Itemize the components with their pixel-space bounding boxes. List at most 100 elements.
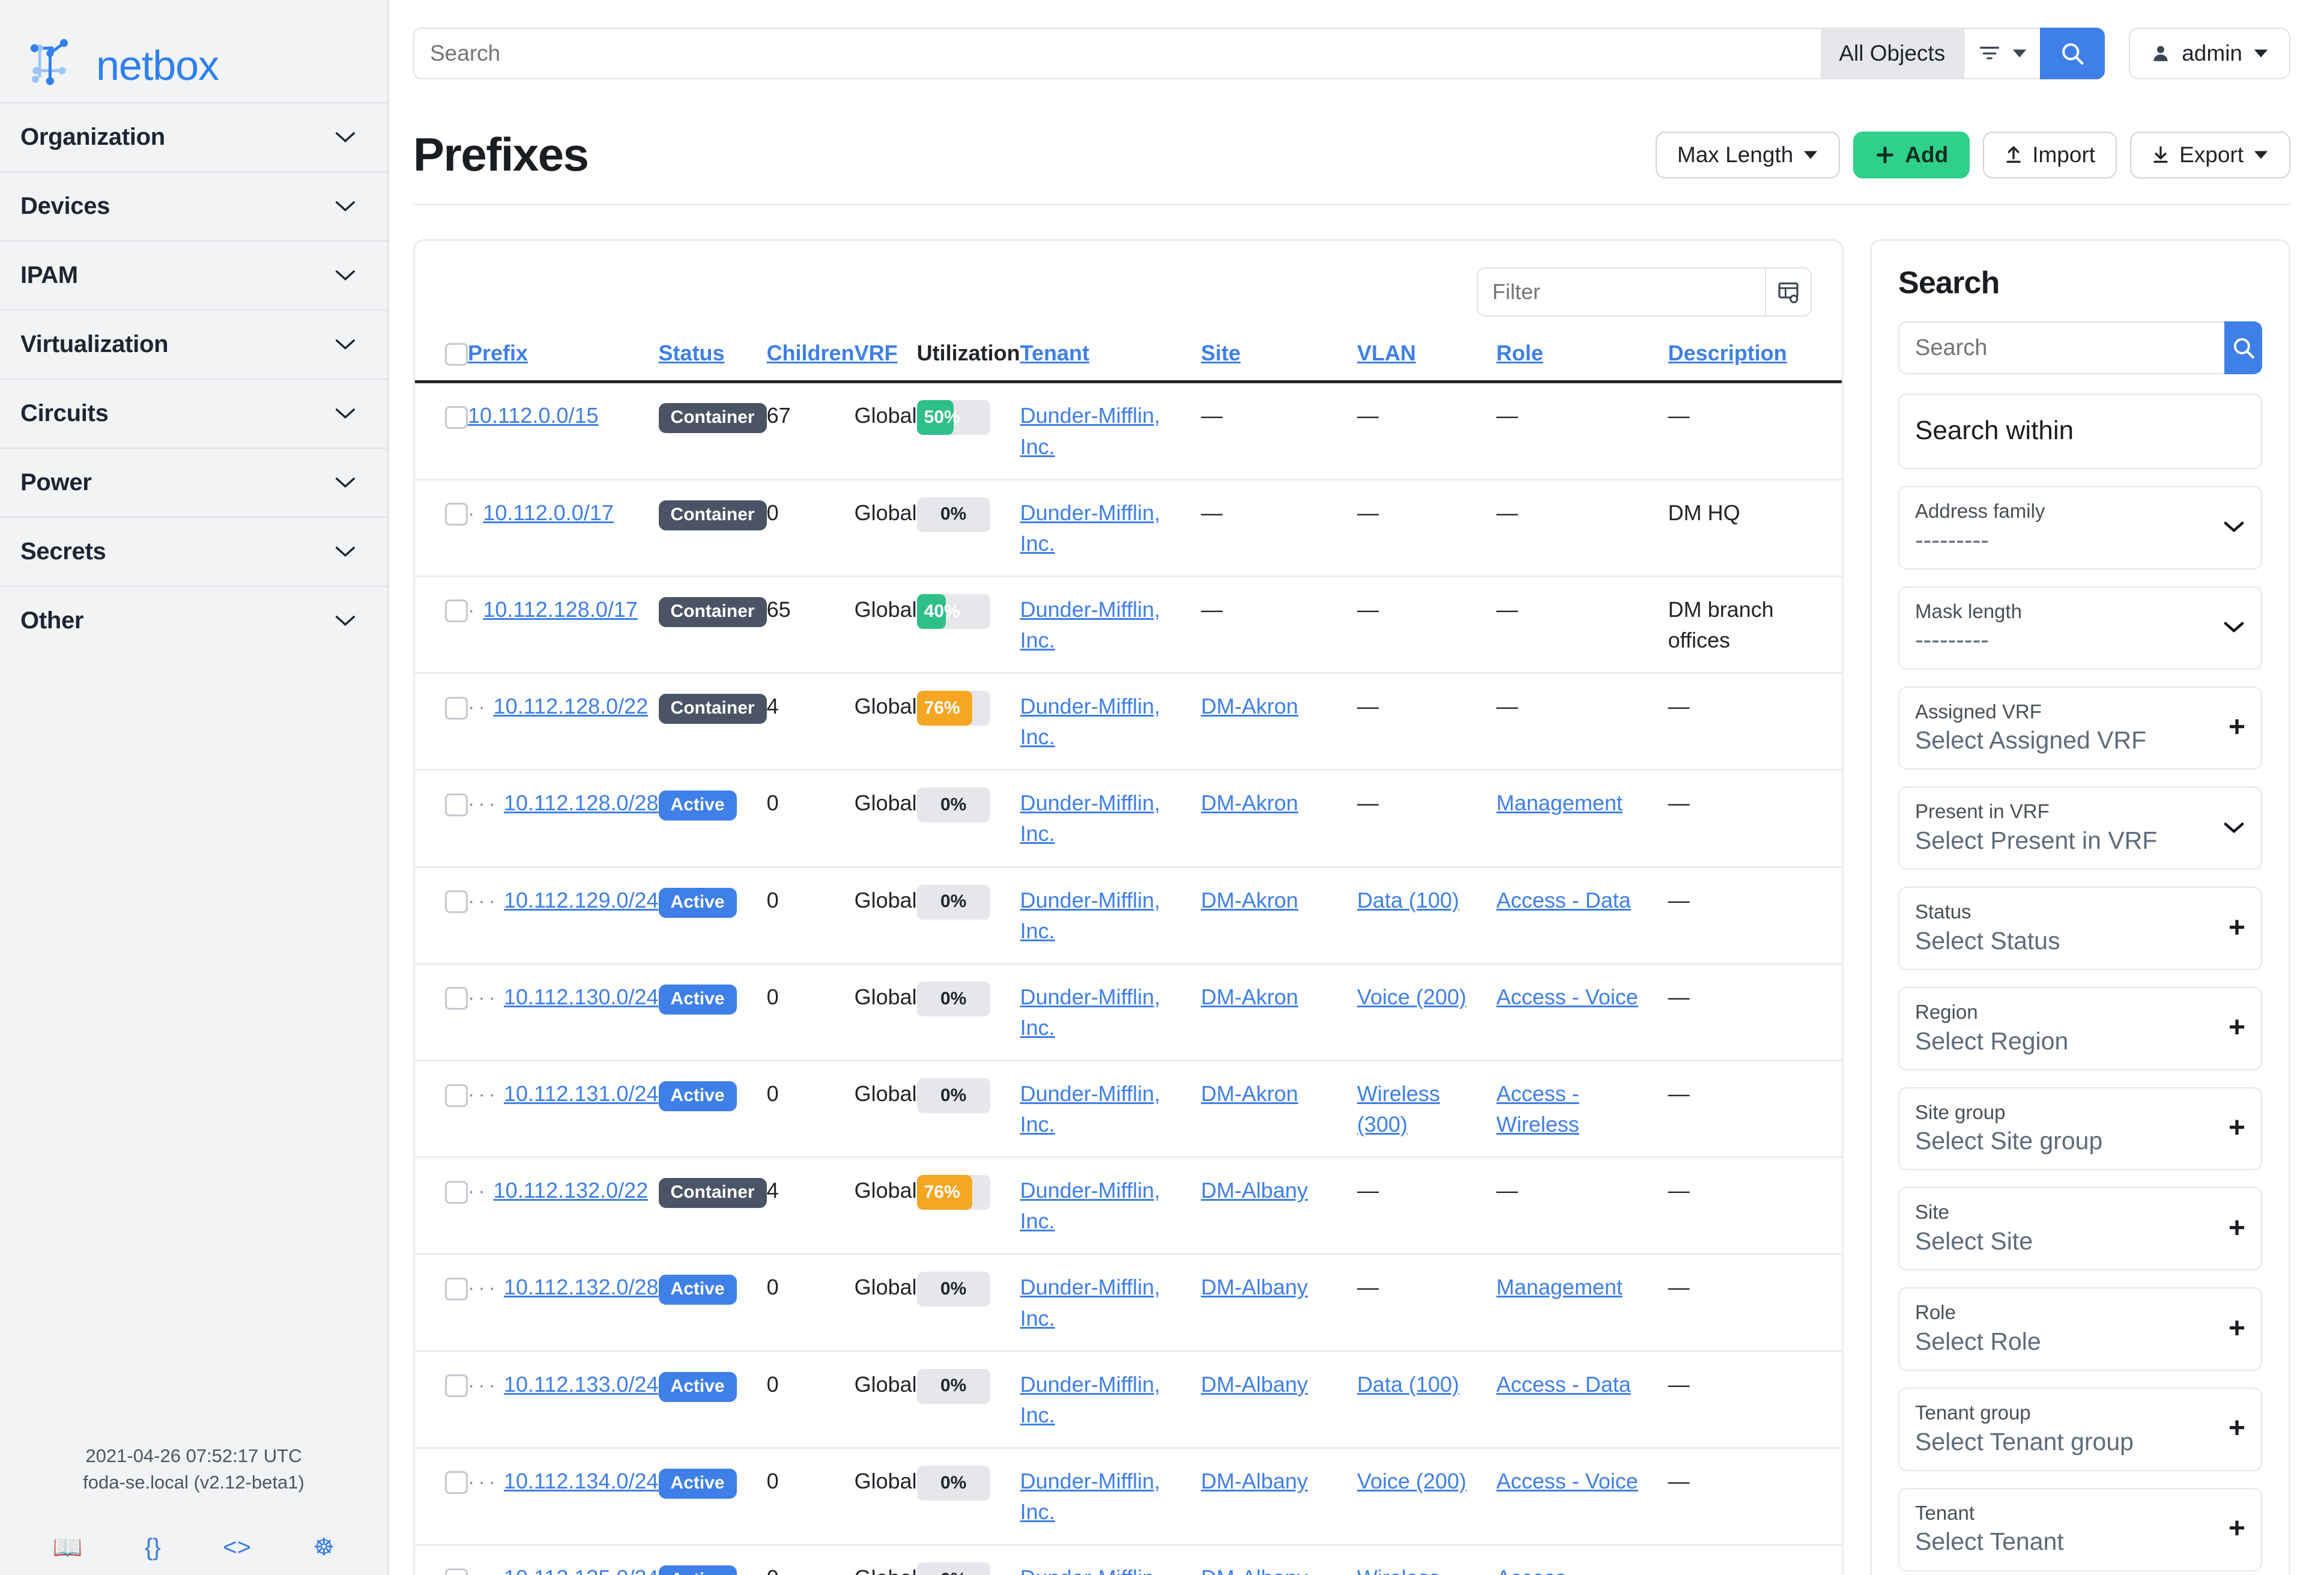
site-link[interactable]: DM-Albany — [1201, 1565, 1308, 1575]
lifering-icon[interactable]: ☸ — [313, 1535, 334, 1559]
global-search-input[interactable] — [413, 28, 1821, 79]
table-filter-input[interactable] — [1477, 267, 1765, 317]
sidebar-item-secrets[interactable]: Secrets — [0, 517, 387, 586]
sidebar-item-ipam[interactable]: IPAM — [0, 240, 387, 309]
search-filter-dropdown-button[interactable] — [1963, 28, 2041, 79]
prefix-link[interactable]: 10.112.135.0/24 — [504, 1565, 659, 1575]
filter-field-site-group[interactable]: Site group Select Site group + — [1898, 1087, 2262, 1171]
tenant-link[interactable]: Dunder-Mifflin, Inc. — [1020, 694, 1160, 749]
row-checkbox[interactable] — [445, 1568, 468, 1575]
panel-search-input[interactable] — [1898, 321, 2224, 374]
row-checkbox[interactable] — [445, 1374, 468, 1398]
role-link[interactable]: Management — [1496, 791, 1623, 815]
vlan-link[interactable]: Voice (200) — [1357, 985, 1466, 1009]
tenant-link[interactable]: Dunder-Mifflin, Inc. — [1020, 985, 1160, 1040]
vlan-link[interactable]: Voice (200) — [1357, 1469, 1466, 1493]
tenant-link[interactable]: Dunder-Mifflin, Inc. — [1020, 597, 1160, 652]
filter-field-address-family[interactable]: Address family --------- — [1898, 486, 2262, 569]
column-header-tenant[interactable]: Tenant — [1020, 335, 1201, 384]
vlan-link[interactable]: Wireless (300) — [1357, 1565, 1440, 1575]
column-header-children[interactable]: Children — [766, 335, 855, 384]
export-button[interactable]: Export — [2130, 131, 2290, 178]
role-link[interactable]: Access - Wireless — [1496, 1081, 1579, 1136]
site-link[interactable]: DM-Albany — [1201, 1469, 1308, 1493]
site-link[interactable]: DM-Akron — [1201, 694, 1298, 718]
max-length-dropdown-button[interactable]: Max Length — [1655, 131, 1841, 178]
sidebar-item-other[interactable]: Other — [0, 586, 387, 655]
site-link[interactable]: DM-Akron — [1201, 791, 1298, 815]
role-link[interactable]: Management — [1496, 1275, 1623, 1299]
sidebar-item-virtualization[interactable]: Virtualization — [0, 309, 387, 378]
site-link[interactable]: DM-Akron — [1201, 1081, 1298, 1106]
table-configure-button[interactable] — [1765, 267, 1812, 317]
prefix-link[interactable]: 10.112.0.0/17 — [483, 500, 614, 525]
prefix-link[interactable]: 10.112.128.0/17 — [483, 597, 638, 622]
role-link[interactable]: Access - Wireless — [1496, 1565, 1579, 1575]
prefix-link[interactable]: 10.112.128.0/28 — [504, 791, 659, 815]
role-link[interactable]: Access - Data — [1496, 1372, 1631, 1397]
row-checkbox[interactable] — [445, 405, 468, 429]
prefix-link[interactable]: 10.112.132.0/22 — [494, 1178, 649, 1203]
row-checkbox[interactable] — [445, 890, 468, 914]
column-header-description[interactable]: Description — [1668, 335, 1842, 384]
brand-logo-link[interactable]: netbox — [0, 0, 387, 102]
row-checkbox[interactable] — [445, 599, 468, 623]
role-link[interactable]: Access - Data — [1496, 888, 1631, 912]
filter-field-status[interactable]: Status Select Status + — [1898, 887, 2262, 970]
prefix-link[interactable]: 10.112.133.0/24 — [504, 1372, 659, 1397]
site-link[interactable]: DM-Akron — [1201, 985, 1298, 1009]
prefix-link[interactable]: 10.112.129.0/24 — [504, 888, 659, 912]
row-checkbox[interactable] — [445, 503, 468, 526]
tenant-link[interactable]: Dunder-Mifflin, Inc. — [1020, 1372, 1160, 1427]
user-menu-button[interactable]: admin — [2129, 28, 2290, 79]
select-all-checkbox[interactable] — [445, 343, 468, 366]
vlan-link[interactable]: Wireless (300) — [1357, 1081, 1440, 1136]
sidebar-item-organization[interactable]: Organization — [0, 102, 387, 171]
row-checkbox[interactable] — [445, 987, 468, 1010]
tenant-link[interactable]: Dunder-Mifflin, Inc. — [1020, 1081, 1160, 1136]
row-checkbox[interactable] — [445, 1084, 468, 1107]
column-header-vrf[interactable]: VRF — [854, 335, 917, 384]
sidebar-item-power[interactable]: Power — [0, 448, 387, 517]
book-icon[interactable]: 📖 — [53, 1535, 83, 1559]
add-button[interactable]: Add — [1853, 131, 1970, 178]
site-link[interactable]: DM-Albany — [1201, 1372, 1308, 1397]
prefix-link[interactable]: 10.112.132.0/28 — [504, 1275, 659, 1299]
row-checkbox[interactable] — [445, 1180, 468, 1204]
row-checkbox[interactable] — [445, 1277, 468, 1300]
prefix-link[interactable]: 10.112.130.0/24 — [504, 985, 659, 1009]
tenant-link[interactable]: Dunder-Mifflin, Inc. — [1020, 888, 1160, 943]
row-checkbox[interactable] — [445, 793, 468, 816]
filter-field-region[interactable]: Region Select Region + — [1898, 986, 2262, 1070]
site-link[interactable]: DM-Albany — [1201, 1178, 1308, 1203]
column-header-site[interactable]: Site — [1200, 335, 1357, 384]
filter-field-assigned-vrf[interactable]: Assigned VRF Select Assigned VRF + — [1898, 686, 2262, 770]
search-within-field[interactable]: Search within — [1898, 393, 2262, 469]
braces-icon[interactable]: {} — [145, 1535, 161, 1559]
prefix-link[interactable]: 10.112.134.0/24 — [504, 1469, 659, 1493]
panel-search-submit-button[interactable] — [2224, 321, 2262, 374]
row-checkbox[interactable] — [445, 1471, 468, 1495]
tenant-link[interactable]: Dunder-Mifflin, Inc. — [1020, 1178, 1160, 1233]
tenant-link[interactable]: Dunder-Mifflin, Inc. — [1020, 500, 1160, 556]
filter-field-tenant[interactable]: Tenant Select Tenant + — [1898, 1487, 2262, 1571]
filter-field-present-in-vrf[interactable]: Present in VRF Select Present in VRF — [1898, 786, 2262, 870]
tenant-link[interactable]: Dunder-Mifflin, Inc. — [1020, 1275, 1160, 1330]
prefix-link[interactable]: 10.112.131.0/24 — [504, 1081, 659, 1106]
code-icon[interactable]: <> — [223, 1535, 251, 1559]
filter-field-site[interactable]: Site Select Site + — [1898, 1187, 2262, 1271]
tenant-link[interactable]: Dunder-Mifflin, Inc. — [1020, 791, 1160, 846]
sidebar-item-devices[interactable]: Devices — [0, 171, 387, 240]
vlan-link[interactable]: Data (100) — [1357, 1372, 1459, 1397]
filter-field-mask-length[interactable]: Mask length --------- — [1898, 586, 2262, 670]
import-button[interactable]: Import — [1983, 131, 2117, 178]
site-link[interactable]: DM-Akron — [1201, 888, 1298, 912]
prefix-link[interactable]: 10.112.0.0/15 — [468, 403, 599, 428]
column-header-status[interactable]: Status — [658, 335, 767, 384]
prefix-link[interactable]: 10.112.128.0/22 — [494, 694, 649, 718]
site-link[interactable]: DM-Albany — [1201, 1275, 1308, 1299]
column-header-prefix[interactable]: Prefix — [468, 335, 659, 384]
column-header-role[interactable]: Role — [1496, 335, 1668, 384]
global-search-submit-button[interactable] — [2040, 28, 2105, 79]
role-link[interactable]: Access - Voice — [1496, 985, 1638, 1009]
